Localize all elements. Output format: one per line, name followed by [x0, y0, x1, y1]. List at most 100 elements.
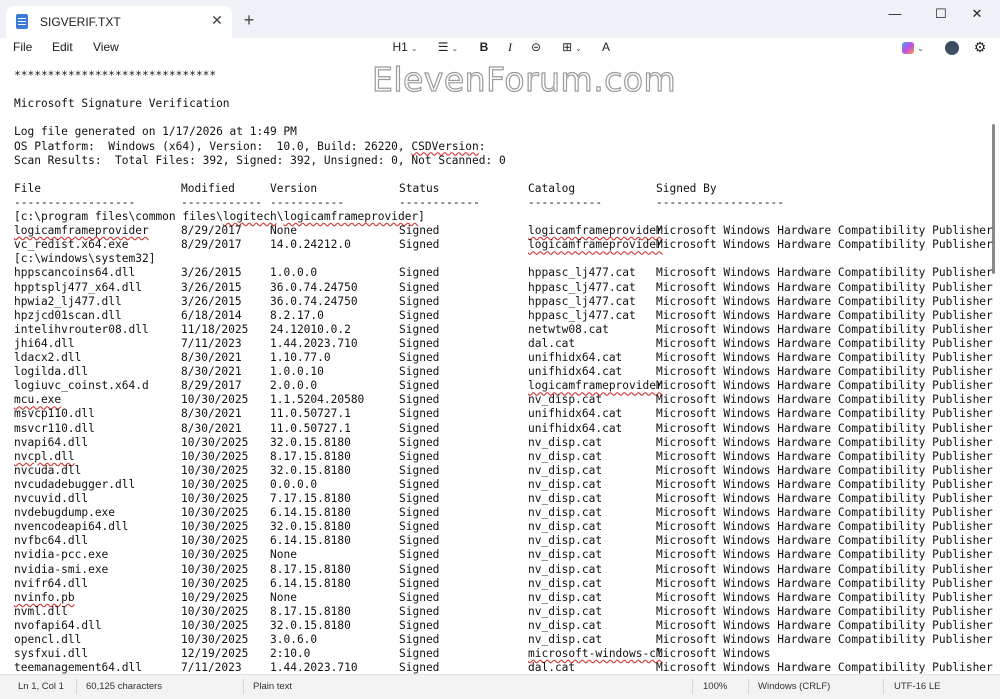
cell-catalog: unifhidx64.cat — [528, 351, 623, 364]
cell-file: nvidia-pcc.exe — [14, 548, 109, 562]
cell-signed-by: Microsoft Windows Hardware Compatibility… — [656, 506, 993, 520]
cell-file: hpzjcd01scan.dll — [14, 308, 122, 322]
cell-catalog: hppasc_lj477.cat — [528, 294, 636, 308]
cell-catalog: logicamframeprovider — [528, 379, 663, 393]
cell-file: File — [14, 181, 41, 195]
spellcheck-icon[interactable]: A — [598, 38, 614, 56]
cell-file: nvcuvid.dll — [14, 492, 89, 505]
cell-file: nvapi64.dll — [14, 435, 89, 449]
cell-modified: 8/29/2017 — [181, 238, 242, 252]
cell-file: nvfbc64.dll — [14, 534, 89, 548]
cell-modified: 3/26/2015 — [181, 294, 242, 308]
cell-modified: 10/30/2025 — [181, 477, 249, 491]
cell-modified: 8/29/2017 — [181, 379, 242, 393]
cell-file: nvdebugdump.exe — [14, 506, 116, 520]
cell-catalog: logicamframeprovider — [528, 224, 663, 238]
menu-view[interactable]: View — [93, 40, 119, 54]
cell-status: Signed — [399, 393, 440, 407]
avatar[interactable] — [944, 38, 960, 56]
cell-version: ----------- — [270, 195, 345, 209]
cell-version: 36.0.74.24750 — [270, 294, 358, 308]
cell-version: 32.0.15.8180 — [270, 618, 351, 632]
text-format[interactable]: Plain text — [253, 681, 292, 692]
character-count: 60,125 characters — [86, 681, 163, 692]
cell-version: 0.0.0.0 — [270, 477, 318, 491]
cell-modified: 8/30/2021 — [181, 421, 242, 435]
list-dropdown[interactable]: ☰ ⌄ — [432, 38, 464, 56]
cell-signed-by: Microsoft Windows Hardware Compatibility… — [656, 548, 993, 562]
cell-modified: 7/11/2023 — [181, 336, 242, 350]
cell-status: Signed — [399, 224, 440, 238]
cell-catalog: ----------- — [528, 195, 603, 209]
text-encoding[interactable]: UTF-16 LE — [894, 681, 940, 692]
cell-signed-by: Microsoft Windows Hardware Compatibility… — [656, 379, 993, 393]
cell-catalog: nv_disp.cat — [528, 576, 603, 590]
close-tab-icon[interactable]: ✕ — [208, 11, 226, 29]
link-icon[interactable]: ⊝ — [528, 38, 544, 56]
cell-catalog: nv_disp.cat — [528, 506, 603, 520]
cell-version: 2:10.0 — [270, 647, 311, 661]
spelling-flag: CSDVersion — [411, 139, 479, 153]
settings-icon[interactable]: ⚙ — [972, 38, 988, 56]
italic-button[interactable]: I — [502, 38, 518, 56]
close-window-icon[interactable]: ✕ — [954, 0, 1000, 32]
cell-catalog: dal.cat — [528, 336, 576, 350]
cell-version: 14.0.24212.0 — [270, 238, 351, 252]
table-icon: ⊞ — [562, 40, 573, 54]
bold-button[interactable]: B — [476, 38, 492, 56]
cell-signed-by: Microsoft Windows Hardware Compatibility… — [656, 365, 993, 379]
cell-file: opencl.dll — [14, 633, 82, 646]
cell-modified: 10/30/2025 — [181, 435, 249, 449]
cell-signed-by: Signed By — [656, 181, 717, 195]
cell-modified: 3/26/2015 — [181, 266, 242, 280]
cell-status: Signed — [399, 534, 440, 548]
cell-version: 7.17.15.8180 — [270, 492, 351, 505]
cell-version: 8.17.15.8180 — [270, 562, 351, 576]
cell-signed-by: Microsoft Windows Hardware Compatibility… — [656, 449, 993, 463]
cell-signed-by: Microsoft Windows Hardware Compatibility… — [656, 492, 993, 505]
cell-version: None — [270, 590, 297, 604]
tab-sigverif[interactable]: SIGVERIF.TXT ✕ — [6, 6, 232, 38]
cell-status: Signed — [399, 562, 440, 576]
cell-status: Signed — [399, 421, 440, 435]
cell-signed-by: Microsoft Windows — [656, 647, 771, 661]
chevron-down-icon: ⌄ — [410, 44, 418, 53]
menu-edit[interactable]: Edit — [52, 40, 73, 54]
cell-status: ------------ — [399, 195, 480, 209]
cell-catalog: hppasc_lj477.cat — [528, 308, 636, 322]
copilot-dropdown[interactable]: ⌄ — [898, 38, 928, 56]
zoom-level[interactable]: 100% — [703, 681, 727, 692]
cell-file: nvencodeapi64.dll — [14, 520, 129, 534]
minimize-icon[interactable]: — — [872, 0, 918, 32]
spelling-flag: logitech — [222, 210, 277, 223]
cell-status: Signed — [399, 590, 440, 604]
tab-title: SIGVERIF.TXT — [40, 15, 121, 29]
cell-version: 36.0.74.24750 — [270, 280, 358, 294]
heading-dropdown[interactable]: H1 ⌄ — [388, 38, 422, 56]
cell-signed-by: Microsoft Windows Hardware Compatibility… — [656, 407, 993, 421]
heading-label: H1 — [392, 40, 408, 54]
status-divider — [883, 679, 884, 694]
chevron-down-icon: ⌄ — [917, 44, 924, 53]
cell-status: Signed — [399, 647, 440, 661]
new-tab-icon[interactable]: + — [240, 11, 258, 29]
cell-catalog: nv_disp.cat — [528, 534, 603, 548]
cell-file: msvcr110.dll — [14, 421, 95, 435]
table-dropdown[interactable]: ⊞ ⌄ — [556, 38, 588, 56]
notepad-window: SIGVERIF.TXT ✕ + — ☐ ✕ File Edit View H1… — [0, 0, 1000, 699]
cell-file: intelihvrouter08.dll — [14, 322, 149, 336]
cell-status: Signed — [399, 294, 440, 308]
menu-file[interactable]: File — [13, 40, 32, 54]
cell-version: 3.0.6.0 — [270, 633, 318, 646]
cell-signed-by: Microsoft Windows Hardware Compatibility… — [656, 280, 993, 294]
line-ending[interactable]: Windows (CRLF) — [758, 681, 830, 692]
cell-status: Signed — [399, 548, 440, 562]
cell-catalog: nv_disp.cat — [528, 477, 603, 491]
text-editor[interactable]: ElevenForum.com ************************… — [0, 58, 1000, 674]
cell-catalog: nv_disp.cat — [528, 562, 603, 576]
cell-status: Signed — [399, 506, 440, 520]
copilot-icon — [902, 41, 915, 54]
cell-signed-by: Microsoft Windows Hardware Compatibility… — [656, 322, 993, 336]
cell-signed-by: Microsoft Windows Hardware Compatibility… — [656, 604, 993, 618]
cell-file: nvcudadebugger.dll — [14, 477, 136, 491]
